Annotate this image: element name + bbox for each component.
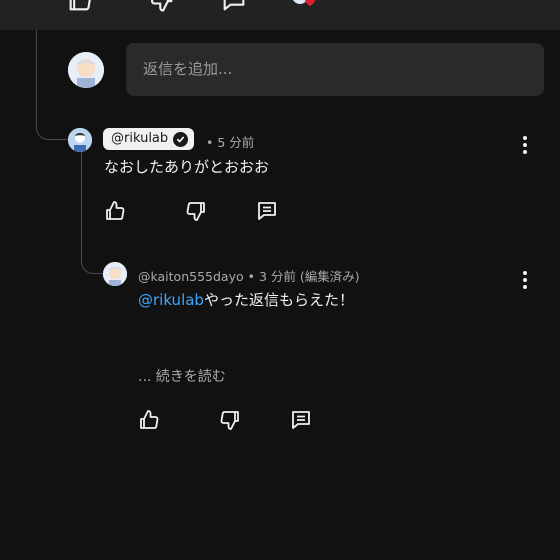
dislike-button[interactable] (216, 406, 244, 434)
thumbs-up-icon (140, 410, 159, 429)
reply-text: @rikulabやった返信もらえた！ (138, 289, 354, 310)
mention-link[interactable]: @rikulab (138, 291, 204, 309)
reply-timestamp: • 3 分前 (編集済み) (247, 269, 360, 284)
like-button[interactable] (135, 406, 163, 434)
reply-comment-icon (258, 202, 276, 220)
more-vertical-icon[interactable] (517, 133, 533, 157)
reply-comment-icon[interactable] (220, 0, 248, 14)
reply-connector (81, 240, 103, 274)
reply-text-body: やった返信もらえた！ (203, 291, 354, 309)
current-user-avatar (68, 52, 104, 88)
creator-heart-icon (290, 0, 318, 14)
previous-comment-actions (0, 0, 560, 30)
dislike-button[interactable] (182, 197, 210, 225)
verified-check-icon (173, 131, 189, 147)
more-vertical-icon[interactable] (517, 268, 533, 292)
reply-author-and-time: @kaiton555dayo • 3 分前 (編集済み) (138, 266, 360, 285)
reply-button[interactable] (253, 197, 281, 225)
like-button[interactable] (101, 197, 129, 225)
reply-button[interactable] (287, 406, 315, 434)
rikulab-avatar[interactable] (68, 128, 92, 152)
reply-comment-icon (292, 411, 310, 429)
thumbs-up-icon (106, 201, 125, 220)
read-more-link[interactable]: ... 続きを読む (138, 366, 226, 386)
thumbs-down-icon[interactable] (148, 0, 176, 14)
thumbs-up-icon[interactable] (66, 0, 94, 14)
thumbs-down-icon (186, 202, 205, 221)
thread-connector (36, 30, 70, 140)
thumbs-down-icon (220, 411, 239, 430)
comment-timestamp: • 5 分前 (206, 135, 255, 150)
author-name: @rikulab (111, 131, 169, 146)
author-chip[interactable]: @rikulab (103, 128, 195, 150)
add-reply-input[interactable]: 返信を追加... (126, 43, 544, 96)
kaiton555dayo-avatar[interactable] (103, 262, 127, 286)
comment-text: なおしたありがとおおお (104, 158, 270, 176)
reply-author[interactable]: @kaiton555dayo (138, 269, 244, 284)
